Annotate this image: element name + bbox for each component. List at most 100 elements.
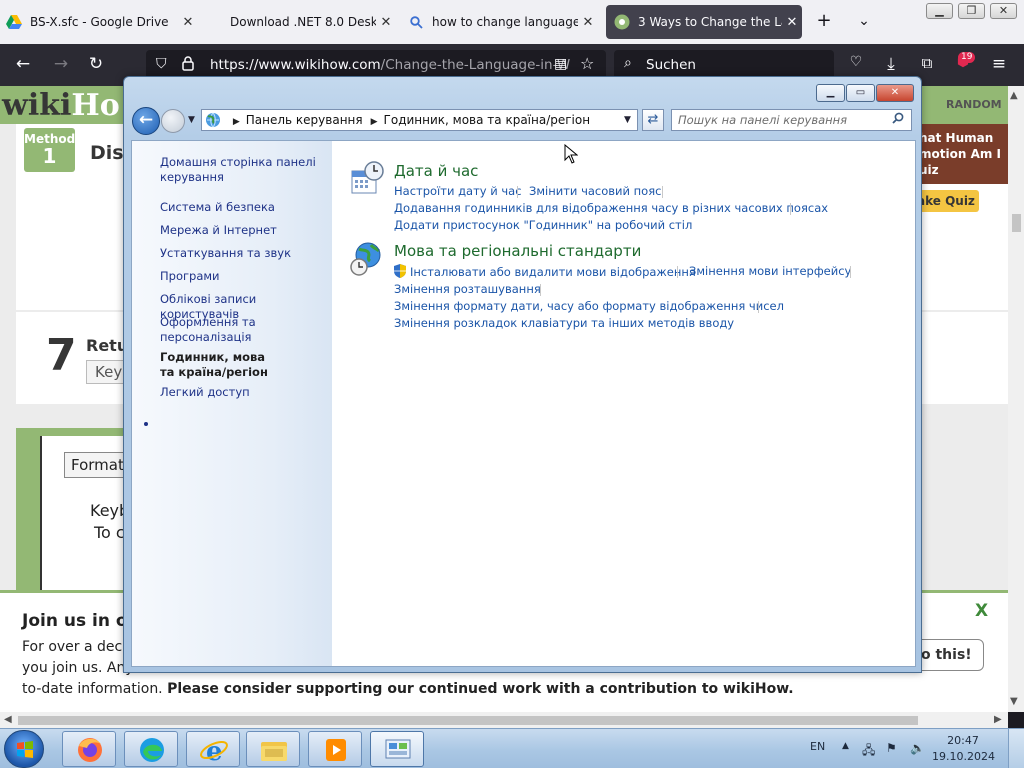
windows-logo-icon [17,741,33,758]
sidebar-item-home[interactable]: Домашня сторінка панелі керування [160,155,332,185]
url-text: https://www.wikihow.com/Change-the-Langu… [210,57,571,73]
scroll-up-arrow-icon[interactable]: ▲ [1010,90,1018,101]
list-all-tabs-button[interactable]: ⌄ [852,13,876,29]
tab-wikihow[interactable]: 3 Ways to Change the Lang ✕ [606,5,802,39]
recent-pages-dropdown-icon[interactable]: ▼ [188,115,195,125]
task-change-date-time-number-formats[interactable]: Змінення формату дати, часу або формату … [394,299,784,313]
pocket-icon[interactable]: ♡ [845,54,867,70]
taskbar-internet-explorer[interactable]: e [186,731,240,767]
forward-button[interactable] [161,109,185,133]
tab-language-search[interactable]: how to change language o ✕ [408,5,598,39]
sidebar-item-system-security[interactable]: Система й безпека [160,200,332,215]
close-tab-icon[interactable]: ✕ [178,15,198,30]
breadcrumb-control-panel[interactable]: Панель керування [246,113,363,127]
horizontal-scrollbar[interactable]: ◀ ▶ [0,712,1008,728]
browser-tab-bar: BS-X.sfc - Google Drive ✕ Download .NET … [0,0,1024,44]
tab-dotnet-download[interactable]: Download .NET 8.0 Desktop ✕ [206,5,396,39]
lock-icon[interactable] [182,55,194,75]
category-title-date-time[interactable]: Дата й час [394,162,478,180]
cp-minimize-button[interactable]: ▁ [816,84,845,102]
clock[interactable]: 20:47 19.10.2024 [932,733,995,765]
task-add-clocks[interactable]: Додавання годинників для відображення ча… [394,201,828,215]
cp-close-button[interactable]: ✕ [876,84,914,102]
show-desktop-button[interactable] [1008,729,1024,768]
downloads-icon[interactable]: ⤓ [880,54,902,74]
task-separator [540,284,541,296]
task-change-display-language[interactable]: Змінення мови інтерфейсу [689,264,851,278]
taskbar-control-panel[interactable] [370,731,424,767]
vertical-scrollbar[interactable]: ▲ ▼ [1008,86,1024,712]
minimize-button[interactable]: ▁ [926,3,953,19]
breadcrumb-current[interactable]: Годинник, мова та країна/регіон [384,113,591,127]
step-number: 7 [46,330,77,381]
method-heading: Dis [90,142,124,164]
close-tab-icon[interactable]: ✕ [376,15,396,30]
scroll-thumb[interactable] [18,716,918,725]
task-install-display-languages[interactable]: Інсталювати або видалити мови відображен… [394,264,696,279]
reload-icon[interactable]: ↻ [85,54,107,74]
category-title-region-language[interactable]: Мова та регіональні стандарти [394,242,641,260]
quiz-ad[interactable]: hat Human motion Am I uiz [915,124,1008,184]
scroll-right-arrow-icon[interactable]: ▶ [994,714,1002,725]
take-quiz-button[interactable]: ake Quiz [915,190,979,212]
cp-maximize-button[interactable]: ▭ [846,84,875,102]
search-control-panel[interactable] [671,109,912,131]
taskbar-edge[interactable] [124,731,178,767]
forward-arrow-icon[interactable]: → [50,54,72,74]
mouse-cursor-icon [564,143,579,164]
extensions-icon[interactable]: ⧉ [916,54,938,72]
scroll-thumb[interactable] [1012,214,1021,232]
wikihow-logo[interactable]: wikiHo [2,88,120,123]
taskbar-media-player[interactable] [308,731,362,767]
sidebar-item-appearance[interactable]: Оформлення та персоналізація [160,315,270,345]
search-input[interactable] [678,113,883,127]
sidebar-item-clock-language-region[interactable]: Годинник, мова та країна/регіон [160,350,282,380]
taskbar-firefox[interactable] [62,731,116,767]
close-window-button[interactable]: ✕ [990,3,1017,19]
sidebar-item-ease-of-access[interactable]: Легкий доступ [160,385,332,400]
cp-sidebar: Домашня сторінка панелі керування Систем… [132,141,332,666]
restore-button[interactable]: ❐ [958,3,985,19]
refresh-button[interactable]: ⇄ [642,109,664,131]
back-button[interactable]: ← [132,107,160,135]
breadcrumb-arrow-icon[interactable]: ▶ [233,117,240,127]
random-link[interactable]: RANDOM [946,98,1002,111]
sidebar-item-network-internet[interactable]: Мережа й Інтернет [160,223,332,238]
start-button[interactable] [4,730,44,768]
action-center-flag-icon[interactable]: ⚑ [886,741,897,755]
tab-google-drive[interactable]: BS-X.sfc - Google Drive ✕ [6,5,198,39]
volume-muted-icon[interactable]: 🔈 [910,741,925,755]
address-bar[interactable]: ▶ Панель керування ▶ Годинник, мова та краї… [201,109,638,131]
control-panel-content: Домашня сторінка панелі керування Систем… [131,140,916,667]
search-icon[interactable] [892,112,904,128]
search-engine-icon[interactable]: ⌕ [624,55,632,71]
scroll-down-arrow-icon[interactable]: ▼ [1010,696,1018,707]
address-dropdown-icon[interactable]: ▼ [624,115,631,125]
control-panel-icon [385,739,411,759]
firefox-icon [78,738,102,762]
task-change-keyboards[interactable]: Змінення розкладок клавіатури та інших м… [394,316,734,330]
new-tab-button[interactable]: + [812,10,836,31]
tracking-shield-icon[interactable]: ⛉ [156,56,167,72]
sidebar-item-programs[interactable]: Програми [160,269,332,284]
language-indicator[interactable]: EN [810,740,825,753]
reader-view-icon[interactable]: ▤ [554,56,567,72]
breadcrumb-arrow-icon[interactable]: ▶ [371,117,378,127]
bookmark-star-icon[interactable]: ☆ [580,54,594,73]
show-hidden-icons-icon[interactable]: ▲ [842,741,849,751]
scroll-left-arrow-icon[interactable]: ◀ [4,714,12,725]
task-add-clock-gadget[interactable]: Додати пристосунок "Годинник" на робочий… [394,218,692,232]
close-tab-icon[interactable]: ✕ [578,15,598,30]
banner-title: Join us in o [22,611,128,631]
close-tab-icon[interactable]: ✕ [782,15,802,30]
globe-clock-icon [350,241,384,277]
hamburger-menu-icon[interactable]: ≡ [988,54,1010,74]
network-icon[interactable]: 🖧 [862,741,875,762]
task-change-time-zone[interactable]: Змінити часовий пояс [529,184,661,198]
task-set-date-time[interactable]: Настроїти дату й час [394,184,522,198]
sidebar-item-hardware-sound[interactable]: Устаткування та звук [160,246,332,261]
taskbar-file-explorer[interactable] [246,731,300,767]
back-arrow-icon[interactable]: ← [12,54,34,74]
task-change-location[interactable]: Змінення розташування [394,282,541,296]
banner-close-button[interactable]: X [975,601,988,621]
